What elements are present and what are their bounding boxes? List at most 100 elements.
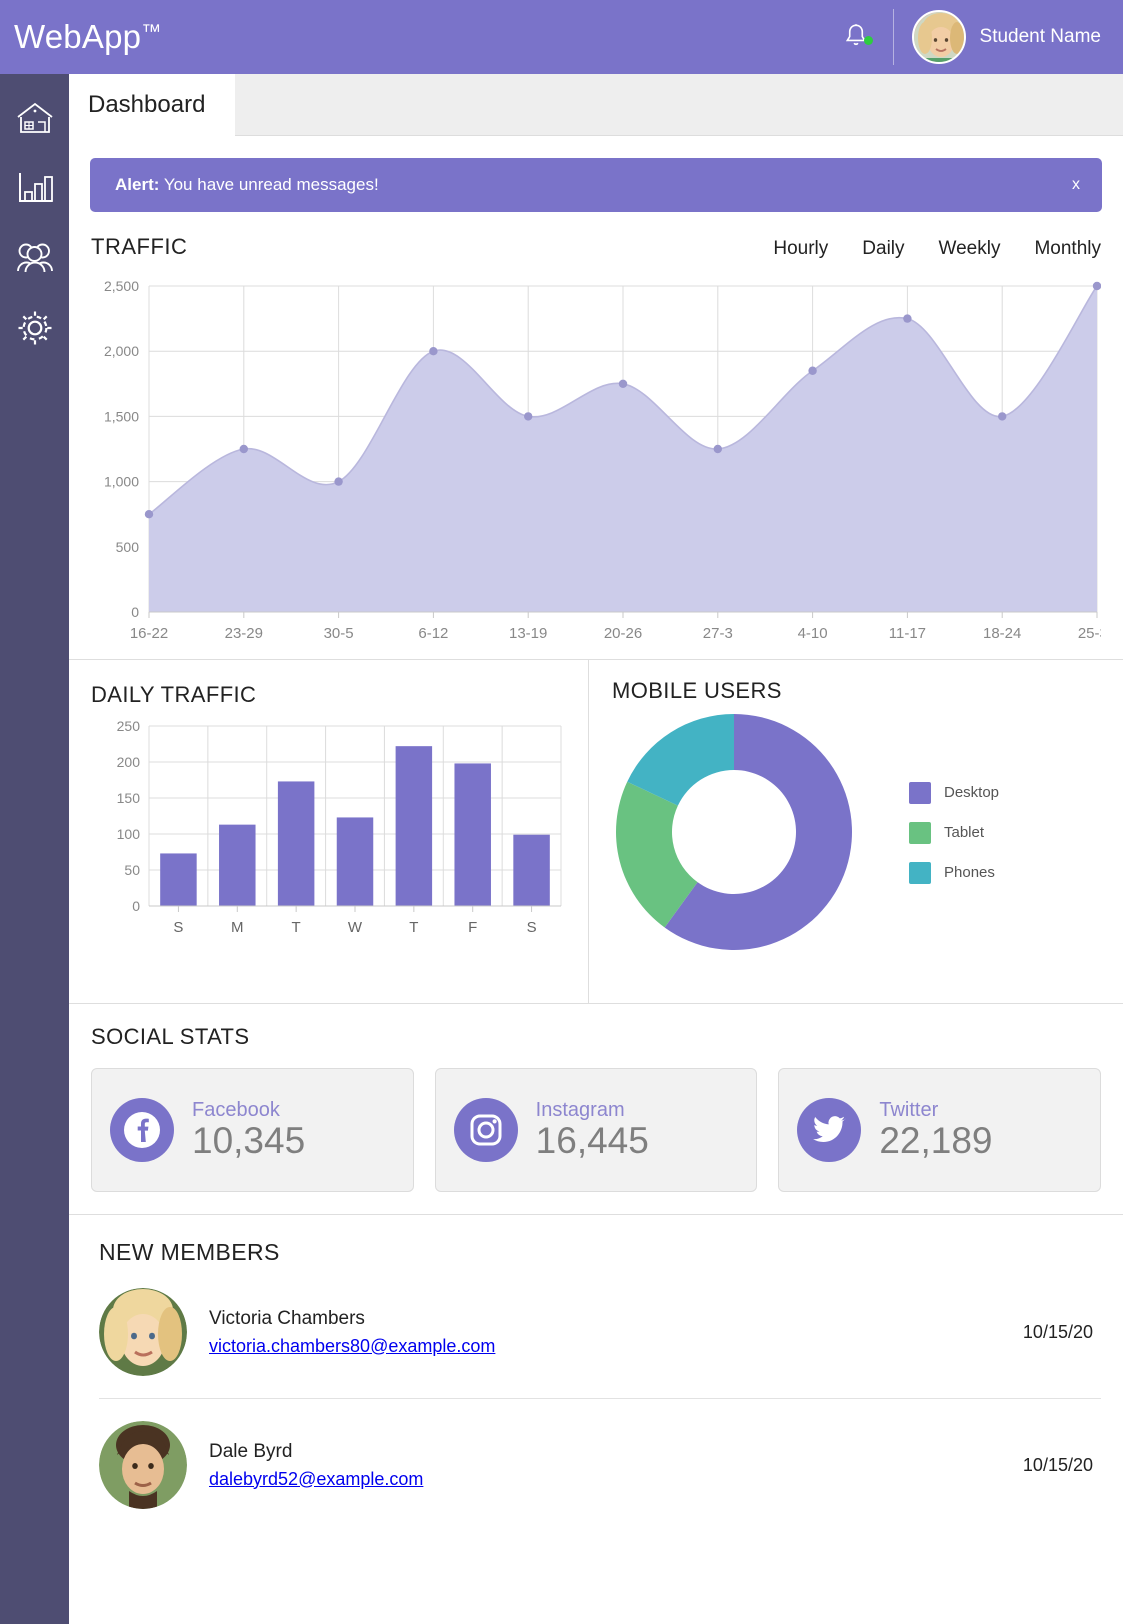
facebook-text: Facebook 10,345 [192, 1099, 305, 1161]
sidebar-item-users[interactable] [13, 236, 57, 280]
alert-label: Alert: [115, 175, 160, 194]
sidebar [0, 74, 69, 1624]
daily-traffic-title: DAILY TRAFFIC [91, 682, 257, 707]
social-cards: Facebook 10,345 Instagram 16,445 Twitter… [91, 1068, 1102, 1192]
social-card-instagram[interactable]: Instagram 16,445 [434, 1068, 758, 1192]
svg-text:30-5: 30-5 [324, 625, 354, 642]
traffic-chart-svg: 0 500 1,000 1,500 2,000 2,500 16-22 23-29 30-5 6-… [104, 278, 1116, 642]
member-name: Dale Byrd [209, 1440, 293, 1462]
twitter-glyph [813, 1116, 847, 1142]
svg-text:1,500: 1,500 [104, 408, 139, 424]
range-daily[interactable]: Daily [862, 238, 904, 260]
donut-row: Desktop Tablet Phones [612, 710, 1123, 955]
gear-icon [18, 311, 51, 345]
top-bar-right: Student Name [833, 0, 1101, 74]
member-avatar-image [99, 1288, 187, 1376]
member-info: Victoria Chambers victoria.chambers80@ex… [209, 1308, 1001, 1357]
range-monthly[interactable]: Monthly [1034, 238, 1101, 260]
member-date: 10/15/20 [1022, 1321, 1093, 1342]
notifications-button[interactable] [833, 22, 893, 52]
member-email-link[interactable]: dalebyrd52@example.com [209, 1469, 1001, 1490]
svg-text:500: 500 [116, 539, 140, 555]
sidebar-item-settings[interactable] [13, 306, 57, 350]
svg-text:6-12: 6-12 [418, 625, 448, 642]
svg-text:250: 250 [117, 718, 141, 734]
sidebar-item-home[interactable] [13, 96, 57, 140]
user-name: Student Name [979, 26, 1101, 47]
member-row: Dale Byrd dalebyrd52@example.com 10/15/2… [99, 1398, 1101, 1531]
twitter-value: 22,189 [879, 1120, 993, 1162]
new-members-panel: NEW MEMBERS Victoria Chambers victoria.c… [69, 1215, 1123, 1531]
svg-text:T: T [292, 919, 301, 936]
instagram-label: Instagram [535, 1099, 625, 1122]
twitter-text: Twitter 22,189 [879, 1099, 992, 1161]
member-name: Victoria Chambers [209, 1307, 365, 1329]
svg-text:4-10: 4-10 [798, 625, 828, 642]
svg-text:18-24: 18-24 [983, 625, 1021, 642]
range-weekly[interactable]: Weekly [939, 238, 1001, 260]
svg-text:25-31: 25-31 [1078, 625, 1101, 642]
svg-text:1,000: 1,000 [104, 474, 139, 490]
brand-trademark: ™ [141, 21, 162, 43]
legend-label-tablet: Tablet [944, 824, 985, 841]
svg-text:0: 0 [131, 604, 139, 620]
member-email-link[interactable]: victoria.chambers80@example.com [209, 1336, 1001, 1357]
traffic-range-tabs: Hourly Daily Weekly Monthly [773, 238, 1101, 260]
legend-item-phones[interactable]: Phones [909, 861, 999, 884]
brand-text: WebApp [14, 18, 142, 55]
svg-text:S: S [527, 919, 537, 936]
legend-item-desktop[interactable]: Desktop [909, 781, 1000, 804]
top-bar-divider [892, 9, 894, 65]
sidebar-item-analytics[interactable] [13, 166, 57, 210]
instagram-icon [453, 1098, 518, 1162]
twitter-label: Twitter [879, 1099, 939, 1122]
svg-text:0: 0 [132, 898, 140, 914]
avatar-image [913, 12, 964, 62]
main-content: Dashboard Alert: You have unread message… [69, 74, 1123, 1624]
social-stats-title: SOCIAL STATS [91, 1024, 250, 1049]
range-hourly[interactable]: Hourly [773, 238, 828, 260]
social-stats-panel: SOCIAL STATS Facebook 10,345 Instagram 1… [69, 1004, 1123, 1215]
instagram-value: 16,445 [535, 1120, 649, 1162]
daily-traffic-chart: 0 50 100 150 200 250 S M T W T F S [91, 708, 588, 968]
svg-text:T: T [409, 919, 418, 936]
alert-text: Alert: You have unread messages! [115, 175, 379, 195]
svg-text:50: 50 [124, 862, 140, 878]
facebook-label: Facebook [192, 1099, 280, 1122]
mobile-users-title: MOBILE USERS [612, 678, 782, 703]
social-card-facebook[interactable]: Facebook 10,345 [91, 1068, 414, 1192]
alert-close-button[interactable]: x [1072, 176, 1080, 194]
member-info: Dale Byrd dalebyrd52@example.com [209, 1441, 1001, 1490]
svg-text:S: S [173, 919, 183, 936]
home-icon [16, 102, 53, 133]
social-card-twitter[interactable]: Twitter 22,189 [778, 1068, 1102, 1192]
svg-text:11-17: 11-17 [889, 625, 926, 642]
facebook-glyph [124, 1112, 160, 1148]
traffic-header: TRAFFIC Hourly Daily Weekly Monthly [91, 234, 1101, 260]
dashboard-page: WebApp™ Student Name Dashboard Alert: Yo… [0, 0, 1123, 1624]
svg-text:W: W [348, 919, 363, 936]
twitter-icon [797, 1098, 862, 1162]
legend-swatch-desktop [909, 781, 931, 804]
svg-text:F: F [468, 919, 477, 936]
charts-split-row: DAILY TRAFFIC 0 50 100 150 200 250 S M T W T F S MOB… [69, 659, 1123, 1004]
member-date: 10/15/20 [1022, 1454, 1093, 1475]
avatar[interactable] [911, 10, 966, 64]
bar-chart-icon [18, 173, 53, 202]
svg-text:20-26: 20-26 [604, 625, 642, 642]
traffic-area-chart: 0 500 1,000 1,500 2,000 2,500 16-22 23-29 30-5 6-… [91, 274, 1116, 659]
instagram-glyph [470, 1114, 502, 1146]
tab-dashboard[interactable]: Dashboard [69, 74, 235, 136]
svg-text:200: 200 [117, 754, 141, 770]
svg-text:M: M [231, 919, 244, 936]
legend-label-desktop: Desktop [944, 784, 1000, 801]
instagram-text: Instagram 16,445 [536, 1099, 649, 1161]
alert-message: You have unread messages! [163, 175, 379, 194]
svg-text:150: 150 [117, 790, 141, 806]
traffic-title: TRAFFIC [91, 234, 188, 259]
legend-swatch-tablet [909, 821, 931, 844]
legend-item-tablet[interactable]: Tablet [909, 821, 999, 844]
svg-text:23-29: 23-29 [225, 625, 263, 642]
alert-banner: Alert: You have unread messages! x [90, 158, 1102, 212]
tab-strip: Dashboard [69, 74, 1123, 136]
